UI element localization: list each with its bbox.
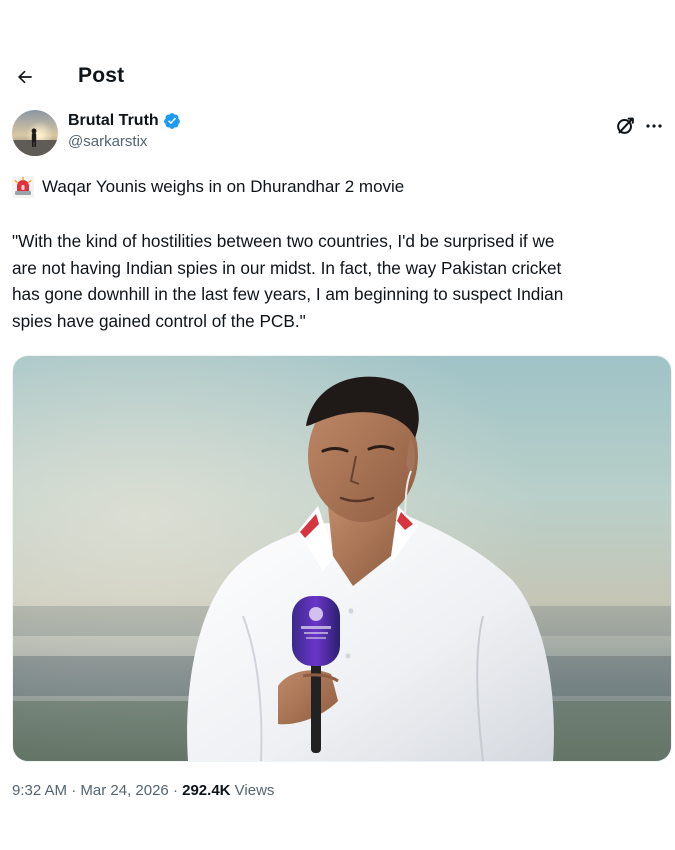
back-button[interactable]	[8, 60, 42, 94]
more-options-button[interactable]	[641, 112, 667, 140]
author-display-name[interactable]: Brutal Truth	[68, 112, 159, 130]
avatar-image	[12, 110, 58, 156]
tweet-media-image[interactable]	[12, 355, 672, 762]
more-icon	[646, 124, 662, 128]
arrow-left-icon	[18, 70, 32, 84]
headline-text: Waqar Younis weighs in on Dhurandhar 2 m…	[42, 177, 405, 196]
post-time[interactable]: 9:32 AM	[12, 782, 67, 799]
grok-icon	[617, 117, 634, 134]
tweet-meta: 9:32 AM · Mar 24, 2026 · 292.4K Views	[12, 782, 274, 799]
post-date[interactable]: Mar 24, 2026	[80, 782, 168, 799]
page-title: Post	[78, 64, 125, 87]
waqar-younis-photo	[13, 356, 671, 761]
meta-separator: ·	[172, 782, 178, 799]
meta-separator: ·	[71, 782, 77, 799]
views-count: 292.4K	[182, 782, 231, 799]
avatar[interactable]	[12, 110, 58, 156]
grok-button[interactable]	[611, 112, 639, 140]
name-line: Brutal Truth	[68, 112, 181, 130]
tweet-body-text: "With the kind of hostilities between tw…	[12, 231, 564, 331]
post-header: Post	[0, 52, 675, 100]
views-label: Views	[234, 782, 275, 799]
post-page: Post Brutal Truth @sarkarstix Waqar Youn…	[0, 0, 675, 850]
siren-emoji-icon	[12, 176, 34, 198]
author-handle[interactable]: @sarkarstix	[68, 133, 181, 150]
verified-badge-icon	[163, 113, 180, 129]
author-names: Brutal Truth @sarkarstix	[68, 112, 181, 150]
post-author: Brutal Truth @sarkarstix	[12, 110, 663, 160]
tweet-headline: Waqar Younis weighs in on Dhurandhar 2 m…	[12, 174, 663, 200]
